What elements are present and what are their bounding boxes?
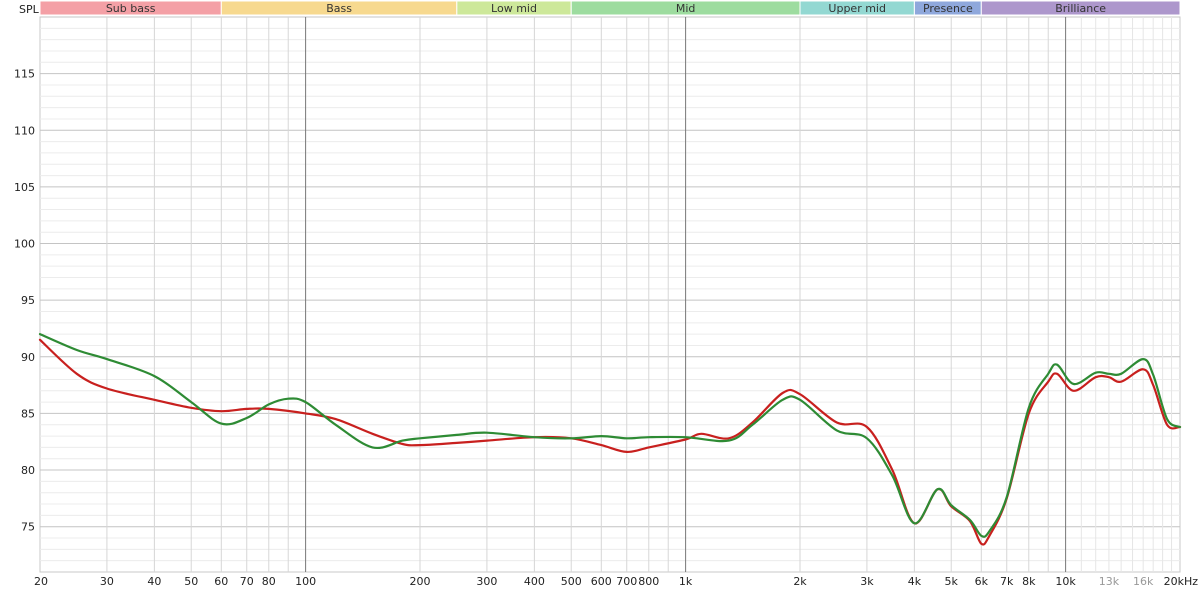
x-tick-label: 16k (1133, 575, 1154, 588)
y-tick-label: 110 (14, 124, 35, 137)
x-tick-label: 4k (908, 575, 922, 588)
y-axis-label: SPL (19, 3, 40, 16)
y-tick-label: 95 (21, 294, 35, 307)
x-tick-label: 13k (1099, 575, 1120, 588)
y-tick-label: 90 (21, 351, 35, 364)
x-tick-label: 20 (34, 575, 48, 588)
band-label-0: Sub bass (106, 2, 156, 15)
x-tick-label: 600 (591, 575, 612, 588)
y-tick-label: 75 (21, 521, 35, 534)
x-tick-label: 6k (975, 575, 989, 588)
band-label-3: Mid (676, 2, 696, 15)
band-label-2: Low mid (491, 2, 537, 15)
x-tick-label: 100 (295, 575, 316, 588)
x-tick-label: 2k (793, 575, 807, 588)
frequency-band-bar: Sub bass Bass Low mid Mid Upper mid Presence B… (39, 0, 1181, 16)
x-tick-label: 50 (184, 575, 198, 588)
x-tick-label: 8k (1022, 575, 1036, 588)
frequency-response-chart: SPL Sub bass Bass Low mid Mid Upper mid Prese… (14, 0, 1198, 588)
x-tick-label: 10k (1055, 575, 1076, 588)
x-tick-label: 1k (679, 575, 693, 588)
x-tick-label: 500 (561, 575, 582, 588)
x-tick-label: 300 (476, 575, 497, 588)
x-tick-label: 7k (1000, 575, 1014, 588)
y-tick-label: 85 (21, 407, 35, 420)
x-tick-label: 80 (262, 575, 276, 588)
x-tick-label: 5k (945, 575, 959, 588)
x-tick-label: 30 (100, 575, 114, 588)
x-tick-label: 3k (860, 575, 874, 588)
x-tick-label: 800 (638, 575, 659, 588)
y-axis-ticks: 75 80 85 90 95 100 105 110 115 (14, 68, 35, 534)
x-tick-label: 20kHz (1164, 575, 1199, 588)
band-label-6: Brilliance (1055, 2, 1106, 15)
band-label-5: Presence (923, 2, 973, 15)
band-label-1: Bass (326, 2, 352, 15)
x-tick-label: 200 (410, 575, 431, 588)
band-label-4: Upper mid (828, 2, 886, 15)
x-tick-label: 70 (240, 575, 254, 588)
x-tick-label: 700 (616, 575, 637, 588)
x-axis-ticks: 20 30 40 50 60 70 80 100 200 300 400 500 600 700 800 1k… (34, 575, 1198, 588)
x-tick-label: 60 (214, 575, 228, 588)
y-tick-label: 80 (21, 464, 35, 477)
x-tick-label: 400 (524, 575, 545, 588)
x-tick-label: 40 (147, 575, 161, 588)
y-tick-label: 105 (14, 181, 35, 194)
y-tick-label: 100 (14, 238, 35, 251)
y-tick-label: 115 (14, 68, 35, 81)
